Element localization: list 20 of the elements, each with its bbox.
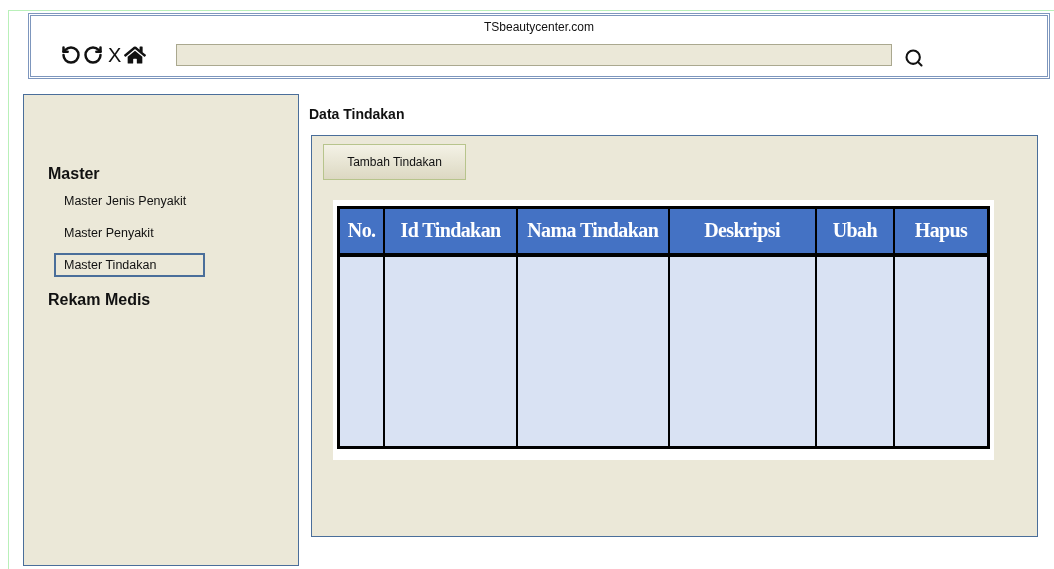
add-button[interactable]: Tambah Tindakan bbox=[323, 144, 466, 180]
home-icon[interactable] bbox=[124, 44, 147, 66]
sidebar-item[interactable]: Master Penyakit bbox=[54, 221, 205, 245]
undo-icon[interactable] bbox=[61, 45, 81, 65]
column-header: No. bbox=[338, 207, 385, 255]
sidebar-item[interactable]: Master Jenis Penyakit bbox=[54, 189, 205, 213]
page-title: Data Tindakan bbox=[309, 106, 406, 122]
column-header: Id Tindakan bbox=[384, 207, 517, 255]
address-field[interactable] bbox=[176, 44, 893, 66]
site-title: TSbeautycenter.com bbox=[483, 20, 595, 34]
search-icon[interactable] bbox=[904, 48, 925, 68]
sidebar-heading: Rekam Medis bbox=[48, 291, 152, 309]
column-header: Nama Tindakan bbox=[516, 207, 669, 255]
sidebar-heading: Master bbox=[48, 165, 101, 183]
column-header: Hapus bbox=[894, 207, 989, 255]
column-header: Ubah bbox=[815, 207, 895, 255]
stop-button[interactable]: X bbox=[108, 45, 122, 65]
redo-icon[interactable] bbox=[83, 45, 103, 65]
sidebar-item[interactable]: Master Tindakan bbox=[54, 253, 205, 277]
column-header: Deskripsi bbox=[668, 207, 816, 255]
